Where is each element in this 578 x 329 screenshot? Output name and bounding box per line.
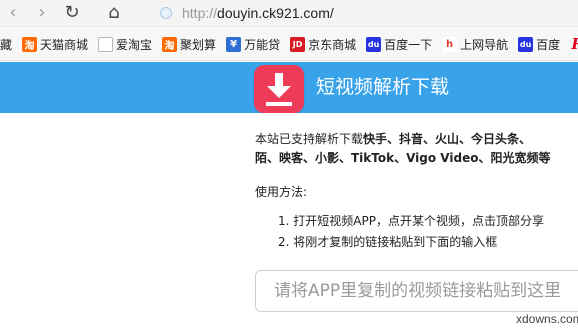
bookmark-baidu-yixia[interactable]: du 百度一下 [366,36,432,53]
url-scheme: http:// [182,4,218,21]
reload-icon[interactable]: ↻ [62,3,82,23]
intro-prefix: 本站已支持解析下载 [255,132,364,146]
page-icon [98,36,114,52]
download-logo-icon [254,65,304,113]
taobao-icon: 淘 [162,36,178,52]
baidu-icon: du [366,36,382,52]
video-link-field[interactable] [255,270,578,312]
forward-icon[interactable]: › [32,3,52,23]
site-header: 短视频解析下载 [0,62,578,113]
main-content: 本站已支持解析下载快手、抖音、火山、今日头条、 陌、映客、小影、TikTok、V… [0,113,578,329]
video-link-input[interactable] [272,280,578,302]
hao123-icon: h [442,36,458,52]
bookmark-label: 藏 [0,37,13,52]
usage-step: 1. 打开短视频APP，点开某个视频，点击顶部分享 [278,214,544,228]
bookmark-label: 天猫商城 [40,37,89,52]
wanneng-icon: ¥ [226,36,242,52]
back-icon[interactable]: ‹ [3,3,23,23]
download-arrow-icon [266,73,292,106]
bookmark-label: 京东商城 [308,37,357,52]
bookmark-wannengdai[interactable]: ¥ 万能贷 [226,36,280,53]
usage-steps: 1. 打开短视频APP，点开某个视频，点击顶部分享 2. 将刚才复制的链接粘贴到… [278,211,544,253]
bookmark-label: 百度一下 [384,37,433,52]
bookmark-juhuasuan[interactable]: 淘 聚划算 [162,36,216,53]
usage-step: 2. 将刚才复制的链接粘贴到下面的输入框 [278,235,498,249]
bookmark-hao123[interactable]: h 上网导航 [442,36,508,53]
bookmark-label: 上网导航 [460,37,509,52]
taobao-icon: 淘 [22,36,38,52]
jd-icon: JD [290,36,306,52]
address-bar[interactable]: http://douyin.ck921.com/ [154,2,578,23]
browser-toolbar: ‹ › ↻ ⌂ http://douyin.ck921.com/ [0,0,578,27]
supported-platforms-text: 本站已支持解析下载快手、抖音、火山、今日头条、 陌、映客、小影、TikTok、V… [255,130,578,168]
bookmark-baidu[interactable]: du 百度 [518,36,560,53]
platform-list: 快手、抖音、火山、今日头条、 [363,132,532,146]
r-logo-icon: R [570,35,578,53]
url-host: douyin.ck921.com/ [217,4,334,21]
platform-list: 陌、映客、小影、TikTok、Vigo Video、阳光宽频等 [255,151,551,165]
watermark: xdowns.com [516,312,578,326]
bookmark-label: 万能贷 [244,37,281,52]
home-icon[interactable]: ⌂ [104,3,124,23]
bookmark-label: 聚划算 [180,37,217,52]
bookmark-label: 百度 [536,37,561,52]
bookmark-r[interactable]: R [570,35,578,53]
baidu-icon: du [518,36,534,52]
usage-title: 使用方法: [255,185,308,199]
bookmark-folder[interactable]: 藏 [0,36,12,53]
bookmarks-bar: 藏 淘 天猫商城 爱淘宝 淘 聚划算 ¥ 万能贷 JD 京东商城 du 百度一下… [0,28,578,61]
bookmark-jd[interactable]: JD 京东商城 [290,36,356,53]
bookmark-aitaobao[interactable]: 爱淘宝 [98,36,152,53]
bookmark-tmall[interactable]: 淘 天猫商城 [22,36,88,53]
bookmark-label: 爱淘宝 [116,37,153,52]
page-title: 短视频解析下载 [316,76,450,98]
globe-icon [160,6,172,19]
